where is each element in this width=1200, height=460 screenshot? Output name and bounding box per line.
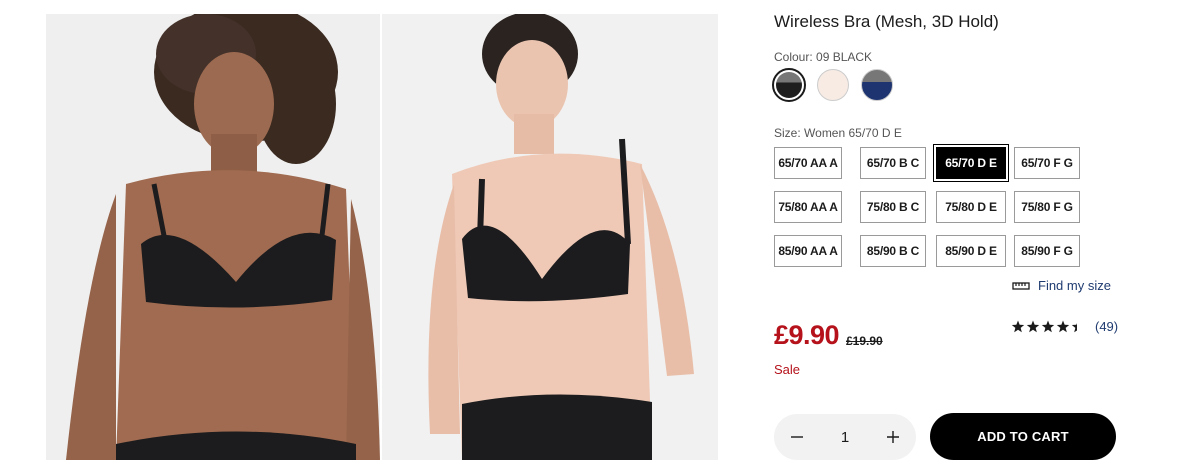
colour-swatch-navy[interactable] [860, 68, 894, 102]
size-option[interactable]: 85/90 B C [860, 235, 926, 267]
plus-icon [887, 431, 899, 443]
size-option[interactable]: 75/80 D E [936, 191, 1006, 223]
product-image-1[interactable] [46, 14, 380, 460]
colour-swatch-beige[interactable] [816, 68, 850, 102]
rating-count: (49) [1095, 319, 1119, 334]
size-option[interactable]: 65/70 AA A [774, 147, 842, 179]
size-option[interactable]: 75/80 B C [860, 191, 926, 223]
size-option[interactable]: 65/70 B C [860, 147, 926, 179]
find-my-size-label: Find my size [1038, 278, 1111, 293]
size-option[interactable]: 85/90 F G [1014, 235, 1080, 267]
original-price: £19.90 [846, 334, 883, 348]
colour-label-prefix: Colour: [774, 50, 813, 64]
size-option[interactable]: 65/70 F G [1014, 147, 1080, 179]
colour-swatch-fill [861, 69, 893, 101]
model-photo-front [46, 14, 380, 460]
add-to-cart-button[interactable]: ADD TO CART [930, 413, 1116, 460]
size-option[interactable]: 85/90 AA A [774, 235, 842, 267]
rating[interactable]: (49) [1011, 319, 1118, 334]
model-photo-second [382, 14, 718, 460]
size-selected-value: Women 65/70 D E [804, 126, 902, 140]
size-option[interactable]: 75/80 AA A [774, 191, 842, 223]
size-option[interactable]: 75/80 F G [1014, 191, 1080, 223]
star-full [1026, 320, 1040, 332]
colour-swatch-fill [776, 72, 802, 98]
colour-selected-value: 09 BLACK [816, 50, 873, 64]
colour-swatch-fill [817, 69, 849, 101]
colour-swatches [772, 68, 894, 102]
star-full [1011, 320, 1025, 332]
colour-swatch-black[interactable] [772, 68, 806, 102]
colour-label: Colour: 09 BLACK [774, 50, 872, 64]
size-option[interactable]: 65/70 D E [933, 144, 1009, 182]
size-option[interactable]: 85/90 D E [936, 235, 1006, 267]
ruler-icon [1012, 281, 1030, 290]
product-image-2[interactable] [382, 14, 718, 460]
quantity-value[interactable]: 1 [824, 414, 866, 460]
star-half [1071, 322, 1077, 332]
quantity-increase-button[interactable] [870, 414, 916, 460]
size-label: Size: Women 65/70 D E [774, 126, 902, 140]
size-grid: 65/70 AA A 65/70 B C 65/70 D E 65/70 F G 75/… [774, 144, 1094, 268]
find-my-size-link[interactable]: Find my size [1012, 278, 1111, 293]
star-full [1056, 320, 1070, 332]
quantity-stepper: 1 [774, 414, 916, 460]
rating-stars-icon [1011, 320, 1077, 332]
star-full [1041, 320, 1055, 332]
product-title: Wireless Bra (Mesh, 3D Hold) [774, 12, 999, 31]
quantity-decrease-button[interactable] [774, 414, 820, 460]
size-label-prefix: Size: [774, 126, 801, 140]
minus-icon [791, 436, 803, 438]
sale-badge: Sale [774, 362, 801, 377]
sale-price: £9.90 [774, 320, 840, 350]
